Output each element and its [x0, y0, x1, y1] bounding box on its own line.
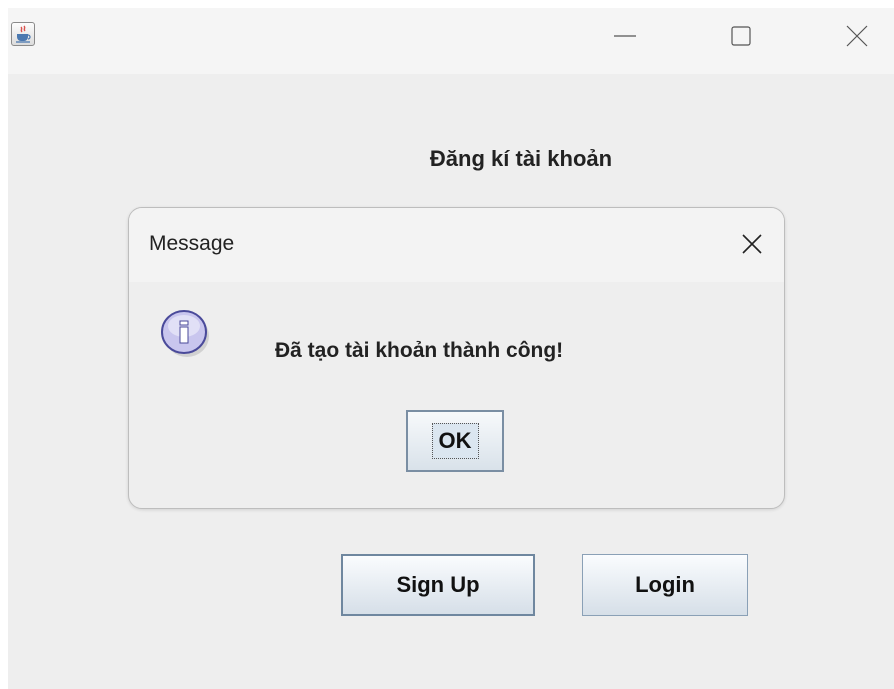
ok-button-label: OK — [431, 423, 479, 459]
dialog-message: Đã tạo tài khoản thành công! — [275, 339, 564, 362]
maximize-icon — [731, 26, 751, 46]
close-icon — [846, 25, 868, 47]
dialog-title: Message — [149, 232, 235, 255]
dialog-titlebar: Message — [129, 208, 784, 282]
window-close-button[interactable] — [835, 16, 879, 56]
info-icon — [157, 306, 211, 360]
login-button[interactable]: Login — [582, 554, 748, 616]
window-titlebar — [8, 8, 894, 74]
dialog-close-button[interactable] — [734, 226, 770, 262]
close-icon — [742, 234, 762, 254]
minimize-button[interactable] — [603, 16, 647, 56]
ok-button[interactable]: OK — [406, 410, 504, 472]
form-title: Đăng kí tài khoản — [429, 146, 613, 171]
java-app-icon — [11, 22, 35, 46]
maximize-button[interactable] — [719, 16, 763, 56]
top-strip — [0, 0, 894, 8]
message-dialog: Message Đã tạo tài khoản thành công! OK — [128, 207, 785, 509]
sign-up-button[interactable]: Sign Up — [341, 554, 535, 616]
minimize-icon — [614, 35, 636, 37]
